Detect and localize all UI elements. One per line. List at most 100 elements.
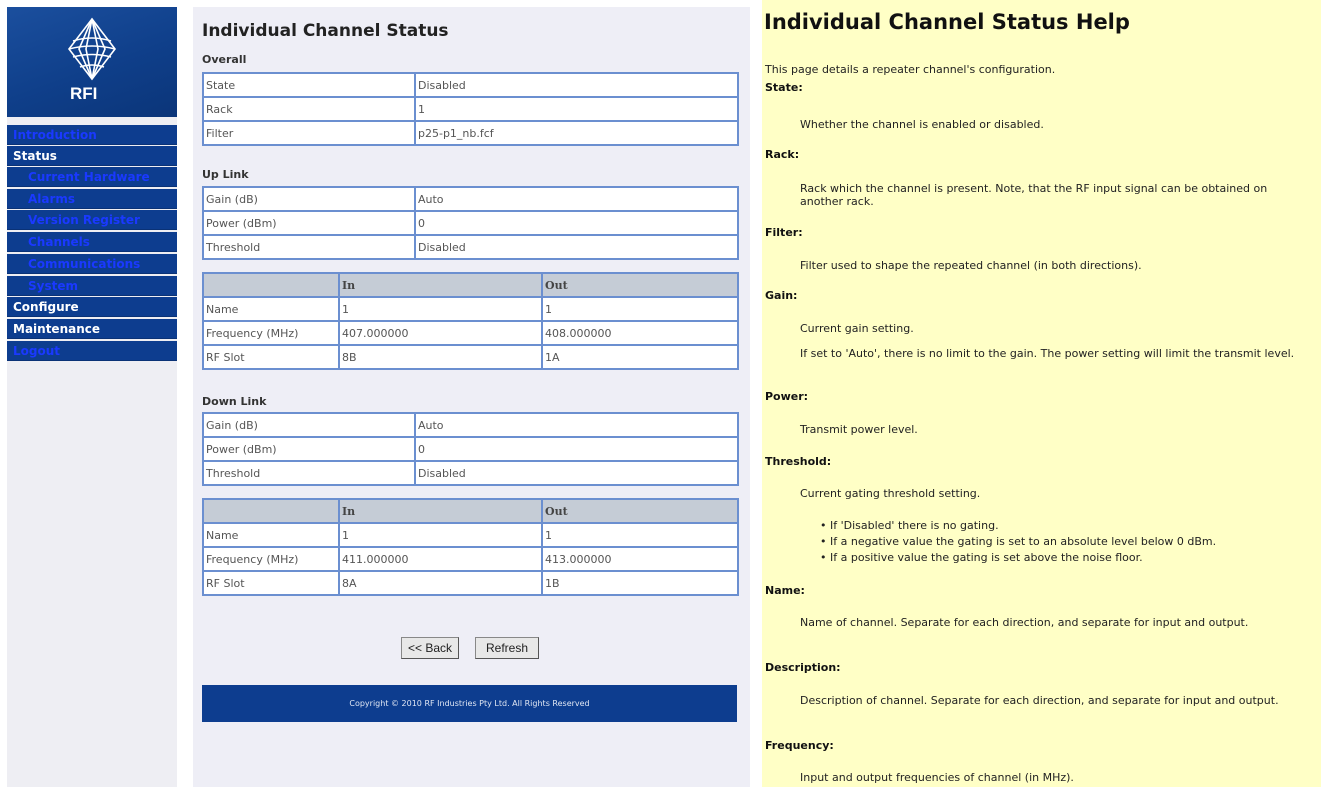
help-panel: Individual Channel Status Help This page… (762, 0, 1321, 787)
uplink-name-out: 1 (541, 296, 739, 322)
uplink-io-table: In Out Name 1 1 Frequency (MHz) 407.0000… (202, 272, 739, 370)
uplink-rfslot-out: 1A (541, 344, 739, 370)
uplink-rfslot-label: RF Slot (202, 344, 340, 370)
nav-current-hardware[interactable]: Current Hardware (7, 167, 177, 187)
downlink-header-blank (202, 498, 340, 524)
downlink-threshold-label: Threshold (202, 460, 416, 486)
downlink-gain-label: Gain (dB) (202, 412, 416, 438)
downlink-power-value: 0 (414, 436, 739, 462)
help-gain-desc-2: If set to 'Auto', there is no limit to t… (800, 347, 1295, 360)
main-panel: Individual Channel Status Overall State … (193, 7, 750, 787)
nav-alarms[interactable]: Alarms (7, 189, 177, 209)
help-threshold-bullet: • If a positive value the gating is set … (820, 551, 1143, 564)
downlink-frequency-in: 411.000000 (338, 546, 543, 572)
uplink-threshold-value: Disabled (414, 234, 739, 260)
table-row: Power (dBm) 0 (202, 436, 739, 462)
table-row: Power (dBm) 0 (202, 210, 739, 236)
state-label: State (202, 72, 416, 98)
uplink-threshold-label: Threshold (202, 234, 416, 260)
table-row: Threshold Disabled (202, 460, 739, 486)
filter-value: p25-p1_nb.fcf (414, 120, 739, 146)
table-row: Gain (dB) Auto (202, 412, 739, 438)
table-row: Name 1 1 (202, 296, 739, 322)
help-threshold-desc: Current gating threshold setting. (800, 487, 981, 500)
help-power-heading: Power: (765, 390, 809, 403)
help-name-desc: Name of channel. Separate for each direc… (800, 616, 1249, 629)
nav-configure[interactable]: Configure (7, 297, 177, 317)
refresh-button[interactable]: Refresh (475, 637, 539, 659)
help-gain-desc-1: Current gain setting. (800, 322, 914, 335)
uplink-frequency-label: Frequency (MHz) (202, 320, 340, 346)
help-filter-desc: Filter used to shape the repeated channe… (800, 259, 1142, 272)
bullet-text: If 'Disabled' there is no gating. (830, 519, 999, 532)
logo-text: RFI (70, 84, 97, 103)
downlink-threshold-value: Disabled (414, 460, 739, 486)
downlink-heading: Down Link (202, 395, 267, 408)
uplink-power-value: 0 (414, 210, 739, 236)
logo-globe-icon: RFI (67, 17, 117, 103)
downlink-header-out: Out (541, 498, 739, 524)
help-rack-desc: Rack which the channel is present. Note,… (800, 182, 1268, 208)
table-header-row: In Out (202, 272, 739, 298)
uplink-name-in: 1 (338, 296, 543, 322)
table-row: Rack 1 (202, 96, 739, 122)
downlink-header-in: In (338, 498, 543, 524)
table-row: Gain (dB) Auto (202, 186, 739, 212)
help-title: Individual Channel Status Help (764, 10, 1130, 34)
uplink-name-label: Name (202, 296, 340, 322)
nav-version-register[interactable]: Version Register (7, 210, 177, 230)
nav-communications[interactable]: Communications (7, 254, 177, 274)
nav-introduction[interactable]: Introduction (7, 125, 177, 145)
uplink-settings-table: Gain (dB) Auto Power (dBm) 0 Threshold D… (202, 186, 739, 260)
uplink-frequency-out: 408.000000 (541, 320, 739, 346)
left-navigation: RFI Introduction Status Current Hardware… (7, 7, 177, 787)
downlink-rfslot-label: RF Slot (202, 570, 340, 596)
uplink-gain-label: Gain (dB) (202, 186, 416, 212)
uplink-rfslot-in: 8B (338, 344, 543, 370)
rfi-logo[interactable]: RFI (7, 7, 177, 117)
downlink-power-label: Power (dBm) (202, 436, 416, 462)
bullet-text: If a positive value the gating is set ab… (830, 551, 1143, 564)
downlink-rfslot-in: 8A (338, 570, 543, 596)
help-name-heading: Name: (765, 584, 805, 597)
page-title: Individual Channel Status (202, 21, 449, 41)
back-button[interactable]: << Back (401, 637, 459, 659)
help-frequency-heading: Frequency: (765, 739, 834, 752)
help-description-heading: Description: (765, 661, 841, 674)
downlink-name-out: 1 (541, 522, 739, 548)
overall-table: State Disabled Rack 1 Filter p25-p1_nb.f… (202, 72, 739, 146)
filter-label: Filter (202, 120, 416, 146)
footer-copyright: Copyright © 2010 RF Industries Pty Ltd. … (202, 685, 737, 722)
nav-channels[interactable]: Channels (7, 232, 177, 252)
help-rack-heading: Rack: (765, 148, 800, 161)
state-value: Disabled (414, 72, 739, 98)
help-threshold-bullet: • If 'Disabled' there is no gating. (820, 519, 999, 532)
help-threshold-bullet: • If a negative value the gating is set … (820, 535, 1217, 548)
nav-logout[interactable]: Logout (7, 341, 177, 361)
uplink-frequency-in: 407.000000 (338, 320, 543, 346)
help-threshold-heading: Threshold: (765, 455, 832, 468)
help-filter-heading: Filter: (765, 226, 803, 239)
table-row: State Disabled (202, 72, 739, 98)
nav-status[interactable]: Status (7, 146, 177, 166)
downlink-frequency-out: 413.000000 (541, 546, 739, 572)
rack-label: Rack (202, 96, 416, 122)
nav-system[interactable]: System (7, 276, 177, 296)
nav-maintenance[interactable]: Maintenance (7, 319, 177, 339)
downlink-name-in: 1 (338, 522, 543, 548)
help-description-desc: Description of channel. Separate for eac… (800, 694, 1279, 707)
downlink-rfslot-out: 1B (541, 570, 739, 596)
table-row: RF Slot 8B 1A (202, 344, 739, 370)
table-row: Frequency (MHz) 411.000000 413.000000 (202, 546, 739, 572)
downlink-frequency-label: Frequency (MHz) (202, 546, 340, 572)
help-gain-heading: Gain: (765, 289, 798, 302)
uplink-header-out: Out (541, 272, 739, 298)
table-row: Name 1 1 (202, 522, 739, 548)
uplink-gain-value: Auto (414, 186, 739, 212)
help-frequency-desc: Input and output frequencies of channel … (800, 771, 1074, 784)
uplink-heading: Up Link (202, 168, 249, 181)
uplink-header-blank (202, 272, 340, 298)
table-row: Threshold Disabled (202, 234, 739, 260)
table-row: RF Slot 8A 1B (202, 570, 739, 596)
help-state-desc: Whether the channel is enabled or disabl… (800, 118, 1044, 131)
